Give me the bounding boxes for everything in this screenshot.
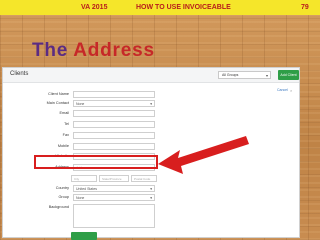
add-client-button[interactable]: Add Client: [278, 70, 299, 80]
tel-input[interactable]: [73, 121, 155, 128]
fax-label: Fax: [62, 133, 69, 137]
slide-header-banner: VA 2015 HOW TO USE INVOICEABLE 79: [0, 0, 320, 15]
email-input[interactable]: [73, 110, 155, 117]
chevron-down-icon: ▾: [150, 187, 152, 191]
save-button[interactable]: [71, 232, 97, 240]
panel-title: Clients: [10, 71, 29, 77]
tel-label: Tel: [64, 122, 69, 126]
city-input[interactable]: City: [71, 175, 97, 182]
chevron-down-icon: ▾: [150, 102, 152, 106]
close-icon[interactable]: ×: [290, 88, 292, 93]
main-contact-value: None: [76, 102, 85, 106]
country-label: Country: [55, 186, 69, 190]
group-select[interactable]: None ▾: [73, 194, 155, 201]
group-value: None: [76, 196, 85, 200]
main-contact-label: Main Contact: [46, 101, 69, 105]
email-label: Email: [59, 111, 70, 115]
background-textarea[interactable]: [73, 204, 155, 228]
pointer-arrow-icon: [158, 136, 249, 174]
group-label: Group: [58, 195, 69, 199]
background-label: Background: [48, 205, 69, 209]
groups-select-value: All Groups: [222, 73, 239, 77]
address-highlight-box: [34, 155, 158, 169]
state-input[interactable]: State/Province: [99, 175, 129, 182]
country-value: United States: [76, 187, 98, 191]
mobile-input[interactable]: [73, 143, 155, 150]
fax-input[interactable]: [73, 132, 155, 139]
country-select[interactable]: United States ▾: [73, 185, 155, 192]
panel-header: Clients All Groups ▾ Add Client: [3, 68, 299, 83]
chevron-down-icon: ▾: [150, 196, 152, 200]
main-contact-select[interactable]: None ▾: [73, 100, 155, 107]
client-name-input[interactable]: [73, 91, 155, 98]
course-label: VA 2015: [81, 4, 108, 11]
slide-title-word-1: The: [32, 40, 69, 61]
topic-label: HOW TO USE INVOICEABLE: [136, 4, 231, 11]
chevron-down-icon: ▾: [265, 73, 268, 78]
groups-select[interactable]: All Groups ▾: [218, 71, 271, 79]
cancel-link[interactable]: Cancel: [277, 88, 288, 92]
client-name-label: Client Name: [48, 92, 69, 96]
slide-title: The Address: [32, 40, 155, 62]
page-number: 79: [301, 4, 309, 11]
slide-title-word-2: Address: [73, 40, 155, 61]
mobile-label: Mobile: [57, 144, 69, 148]
